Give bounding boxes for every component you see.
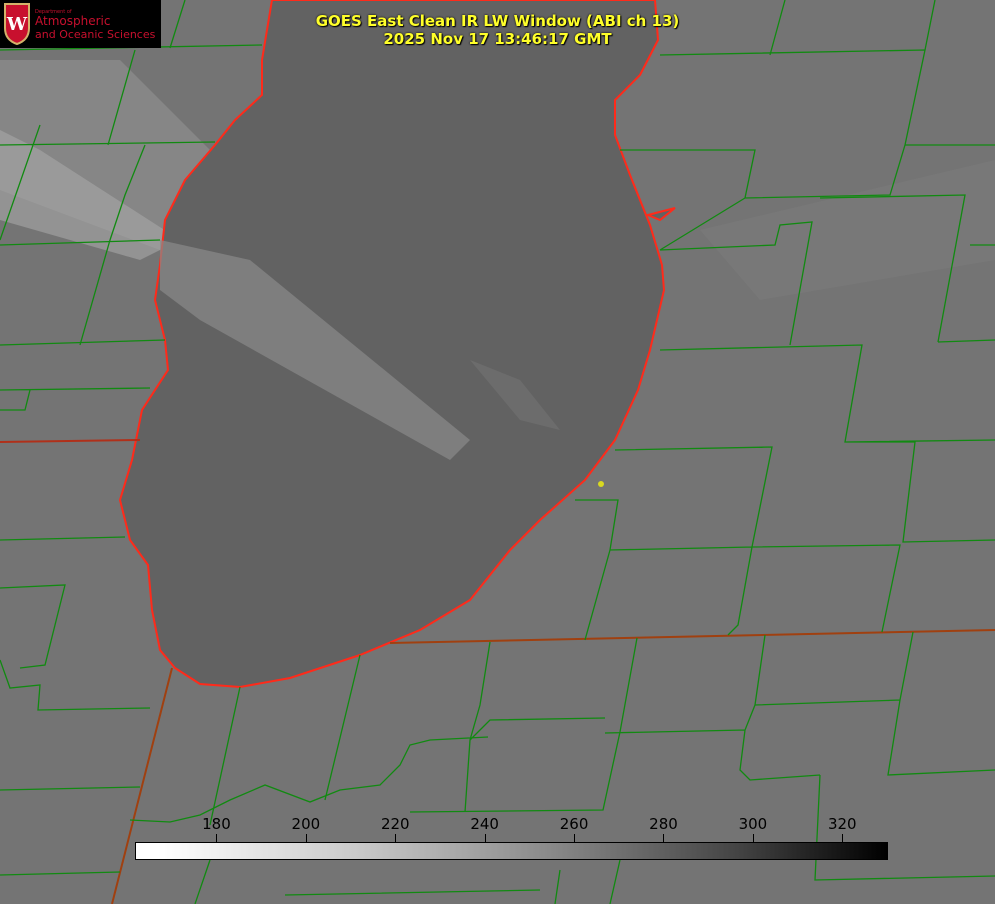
satellite-image (0, 0, 995, 904)
colorbar-tick-label: 200 (291, 815, 321, 833)
image-title: GOES East Clean IR LW Window (ABI ch 13) (315, 12, 680, 30)
colorbar-tick-label: 260 (559, 815, 589, 833)
colorbar-tick (305, 834, 307, 842)
colorbar-tick-label: 240 (470, 815, 499, 833)
colorbar-tick (395, 834, 397, 842)
image-timestamp: 2025 Nov 17 13:46:17 GMT (383, 30, 612, 48)
colorbar-tick-label: 300 (738, 815, 768, 833)
satellite-map-view: W Department of Atmospheric and Oceanic … (0, 0, 995, 904)
location-marker (598, 481, 604, 487)
colorbar-tick (663, 834, 665, 842)
colorbar-tick (752, 834, 754, 842)
colorbar-tick-label: 320 (827, 815, 857, 833)
colorbar (135, 842, 888, 860)
colorbar-tick-label: 220 (380, 815, 410, 833)
colorbar-tick (484, 834, 486, 842)
colorbar-tick-label: 280 (649, 815, 678, 833)
colorbar-tick (574, 834, 576, 842)
colorbar-tick-label: 180 (202, 815, 231, 833)
colorbar-tick (842, 834, 844, 842)
colorbar-tick (216, 834, 218, 842)
